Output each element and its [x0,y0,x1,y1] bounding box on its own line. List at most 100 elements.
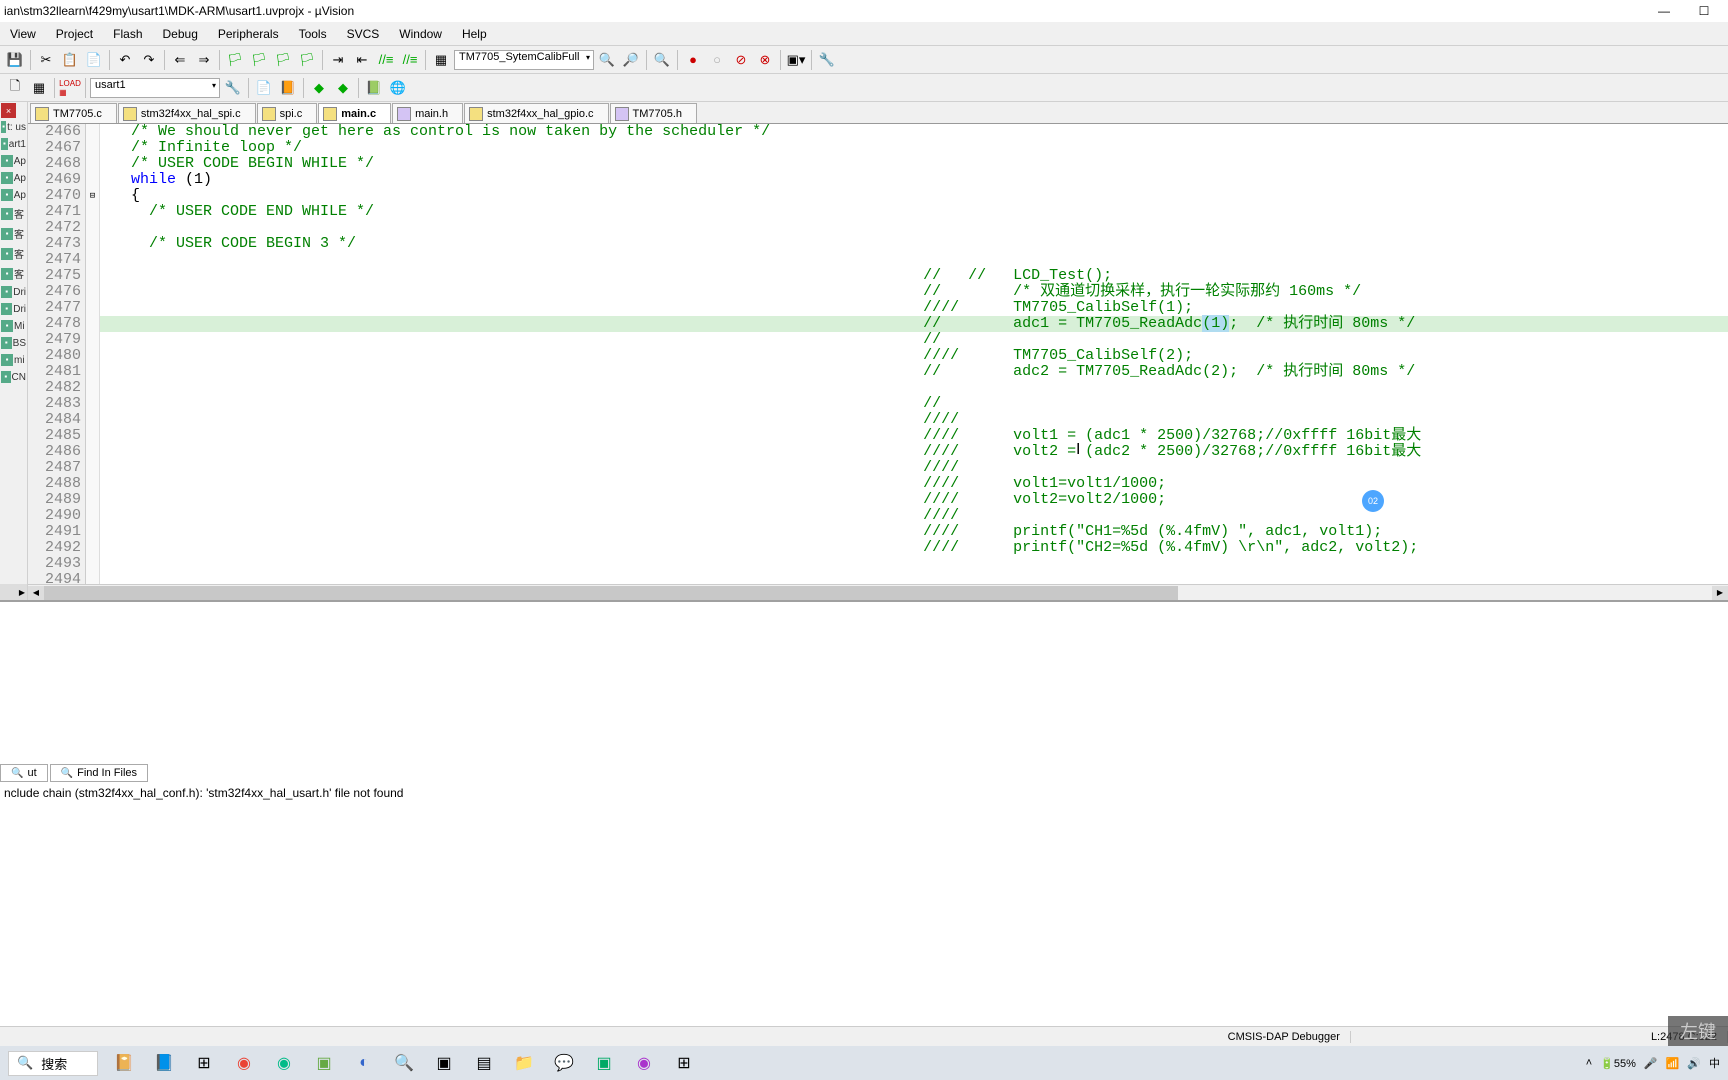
taskbar-wechat-icon[interactable]: 💬 [550,1049,578,1077]
bookmark-next-button[interactable]: 🏳 [272,49,294,71]
sidebar-item[interactable]: ▪art1 [0,136,27,153]
taskbar-app-icon[interactable]: ◐ [350,1049,378,1077]
code-body[interactable]: /* We should never get here as control i… [100,124,1728,584]
bookmark-prev-button[interactable]: 🏳 [248,49,270,71]
sidebar-item[interactable]: ▪客 [0,224,27,244]
undo-button[interactable]: ↶ [114,49,136,71]
save-button[interactable]: 💾 [4,49,26,71]
options-button[interactable]: 🔧 [222,77,244,99]
sidebar-item[interactable]: ▪t: us [0,119,27,136]
comment-button[interactable]: //≡ [375,49,397,71]
debug-button[interactable]: 🔍 [651,49,673,71]
project-sidebar[interactable]: × ▪t: us▪art1▪Ap▪Ap▪Ap▪客▪客▪客▪客▪Dri▪Dri▪M… [0,102,28,600]
sidebar-item[interactable]: ▪Ap [0,170,27,187]
find-button[interactable]: 🔍 [596,49,618,71]
manage-button[interactable]: 📙 [277,77,299,99]
taskbar-search[interactable]: 🔍 搜索 [8,1051,98,1076]
indent-button[interactable]: ⇥ [327,49,349,71]
taskbar-app-icon[interactable]: ⊞ [670,1049,698,1077]
output-tab-find[interactable]: Find In Files [50,764,148,782]
manage-rte-button[interactable]: ◆ [308,77,330,99]
tray-battery-icon[interactable]: 🔋55% [1600,1057,1636,1070]
uncomment-button[interactable]: //≡ [399,49,421,71]
cut-button[interactable]: ✂ [35,49,57,71]
breakpoint-button[interactable]: ● [682,49,704,71]
bookmark-clear-button[interactable]: 🏳 [296,49,318,71]
tray-wifi-icon[interactable]: 📶 [1666,1057,1680,1070]
menu-project[interactable]: Project [46,25,103,43]
os-taskbar[interactable]: 🔍 搜索 📔 📘 ⊞ ◉ ◉ ▣ ◐ 🔍 ▣ ▤ 📁 💬 ▣ ◉ ⊞ ˄ 🔋55… [0,1046,1728,1080]
menu-view[interactable]: View [0,25,46,43]
taskbar-app-icon[interactable]: ▤ [470,1049,498,1077]
sidebar-item[interactable]: ▪mi [0,352,27,369]
find-in-files-button[interactable]: 🔎 [620,49,642,71]
menu-flash[interactable]: Flash [103,25,152,43]
tray-volume-icon[interactable]: 🔊 [1687,1057,1701,1070]
window-layout-button[interactable]: ▣▾ [785,49,807,71]
taskbar-app-icon[interactable]: ◉ [630,1049,658,1077]
tab-stm32f4xx_hal_gpio-c[interactable]: stm32f4xx_hal_gpio.c [464,103,608,123]
macro-icon[interactable]: ▦ [430,49,452,71]
taskbar-chrome-icon[interactable]: ◉ [230,1049,258,1077]
maximize-button[interactable]: ☐ [1684,0,1724,22]
redo-button[interactable]: ↷ [138,49,160,71]
nav-fwd-button[interactable]: ⇒ [193,49,215,71]
taskbar-app-icon[interactable]: 📔 [110,1049,138,1077]
help-button[interactable]: 🌐 [387,77,409,99]
paste-button[interactable]: 📄 [83,49,105,71]
scroll-thumb[interactable] [44,586,1178,600]
taskbar-search-icon[interactable]: 🔍 [390,1049,418,1077]
taskbar-edge-icon[interactable]: ◉ [270,1049,298,1077]
tray-chevron-icon[interactable]: ˄ [1586,1057,1592,1069]
menu-peripherals[interactable]: Peripherals [208,25,289,43]
tab-spi-c[interactable]: spi.c [257,103,318,123]
taskbar-app-icon[interactable]: ▣ [310,1049,338,1077]
editor-hscroll[interactable]: ◀ ▶ [28,584,1728,600]
taskbar-app-icon[interactable]: ▣ [430,1049,458,1077]
pack-installer-button[interactable]: ◆ [332,77,354,99]
code-editor[interactable]: 2466246724682469247024712472247324742475… [28,124,1728,584]
nav-back-button[interactable]: ⇐ [169,49,191,71]
sidebar-item[interactable]: ▪Ap [0,187,27,204]
sidebar-item[interactable]: ▪客 [0,264,27,284]
tab-main-c[interactable]: main.c [318,103,391,123]
sidebar-close-button[interactable]: × [1,103,16,118]
sidebar-item[interactable]: ▪Mi [0,318,27,335]
scroll-left-button[interactable]: ◀ [28,586,44,600]
menu-svcs[interactable]: SVCS [337,25,390,43]
tray-ime-icon[interactable]: 中 [1709,1055,1720,1071]
tray-mic-icon[interactable]: 🎤 [1644,1057,1658,1070]
menu-debug[interactable]: Debug [153,25,208,43]
taskbar-app-icon[interactable]: 📘 [150,1049,178,1077]
taskbar-explorer-icon[interactable]: 📁 [510,1049,538,1077]
taskbar-app-icon[interactable]: ▣ [590,1049,618,1077]
menu-window[interactable]: Window [389,25,452,43]
menu-help[interactable]: Help [452,25,497,43]
sidebar-item[interactable]: ▪Dri [0,284,27,301]
file-ext-button[interactable]: 📄 [253,77,275,99]
sidebar-item[interactable]: ▪Dri [0,301,27,318]
minimize-button[interactable]: — [1644,0,1684,22]
output-tab-build[interactable]: ut [0,764,48,782]
tab-TM7705-h[interactable]: TM7705.h [610,103,698,123]
translate-button[interactable]: 🗋 [4,77,26,99]
tab-stm32f4xx_hal_spi-c[interactable]: stm32f4xx_hal_spi.c [118,103,256,123]
menu-tools[interactable]: Tools [289,25,337,43]
scroll-right-button[interactable]: ▶ [1712,586,1728,600]
fold-gutter[interactable]: ⊟ [86,124,100,584]
breakpoint-kill-button[interactable]: ⊘ [730,49,752,71]
sidebar-item[interactable]: ▪Ap [0,153,27,170]
tab-TM7705-c[interactable]: TM7705.c [30,103,117,123]
bookmark-button[interactable]: 🏳 [224,49,246,71]
taskbar-taskview-icon[interactable]: ⊞ [190,1049,218,1077]
breakpoint-disable-button[interactable]: ○ [706,49,728,71]
outdent-button[interactable]: ⇤ [351,49,373,71]
configure-button[interactable]: 🔧 [816,49,838,71]
taskbar-tray[interactable]: ˄ 🔋55% 🎤 📶 🔊 中 [1586,1055,1720,1071]
build-button[interactable]: ▦ [28,77,50,99]
tab-main-h[interactable]: main.h [392,103,463,123]
load-button[interactable]: LOAD▦ [59,77,81,99]
project-target-combo[interactable]: usart1 [90,78,220,98]
books-button[interactable]: 📗 [363,77,385,99]
copy-button[interactable]: 📋 [59,49,81,71]
